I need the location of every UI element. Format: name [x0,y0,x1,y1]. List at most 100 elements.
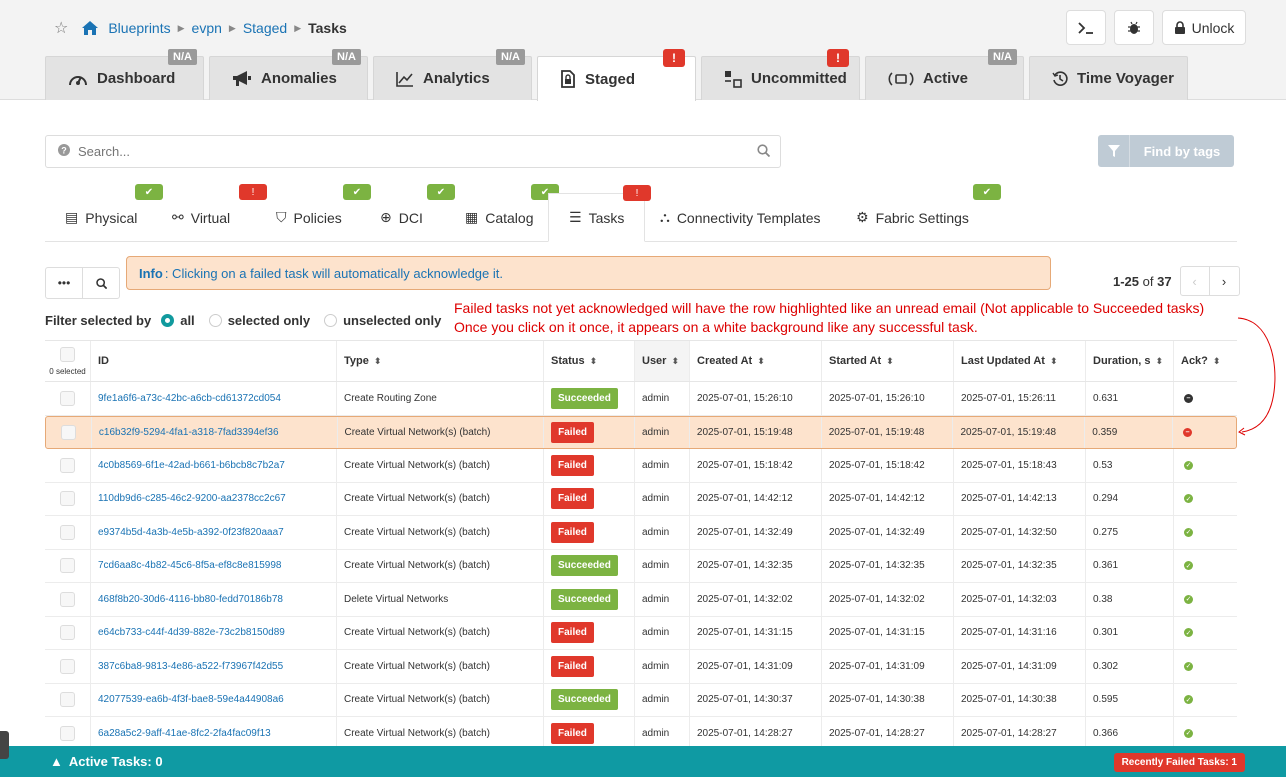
column-header-label: Duration, s [1093,355,1151,367]
tab-uncommitted[interactable]: Uncommitted ! [701,49,860,100]
column-header-type[interactable]: Type ⬍ [337,341,544,381]
column-header-duration[interactable]: Duration, s ⬍ [1086,341,1174,381]
chevron-left-icon[interactable]: ‹ [1181,267,1210,295]
search-box[interactable]: ? [45,135,781,168]
table-search-button[interactable] [83,268,119,298]
subtab-policies[interactable]: ⛉ Policies ✔ [276,184,371,242]
type-cell: Create Virtual Network(s) (batch) [337,683,544,716]
row-checkbox[interactable] [60,558,75,574]
table-row[interactable]: 9fe1a6f6-a73c-42bc-a6cb-cd61372cd054 Crea… [45,382,1237,416]
star-icon[interactable]: ☆ [54,18,68,38]
duration-cell: 0.366 [1086,717,1174,750]
unlock-button[interactable]: Unlock [1162,10,1246,45]
tab-active[interactable]: Active N/A [865,49,1024,100]
chevron-right-icon[interactable]: › [1210,267,1239,295]
ack-check-icon: ✓ [1184,728,1193,738]
breadcrumb: ☆ Blueprints ▶ evpn ▶ Staged ▶ Tasks [54,18,347,38]
home-icon[interactable] [82,21,99,35]
table-row[interactable]: e64cb733-c44f-4d39-882e-73c2b8150d89 Crea… [45,616,1237,650]
subtab-virtual[interactable]: ⚯ Virtual ! [172,184,267,242]
task-id-link[interactable]: 110db9d6-c285-46c2-9200-aa2378cc2c67 [98,493,286,504]
tab-time-voyager[interactable]: Time Voyager [1029,56,1188,100]
tab-anomalies[interactable]: Anomalies N/A [209,49,368,100]
task-id-link[interactable]: 387c6ba8-9813-4e86-a522-f73967f42d55 [98,661,283,672]
task-id-link[interactable]: e64cb733-c44f-4d39-882e-73c2b8150d89 [98,627,285,638]
row-checkbox[interactable] [60,524,75,540]
subtab-dci[interactable]: ⊕ DCI ✔ [380,184,455,242]
row-checkbox[interactable] [60,625,75,641]
column-header-ack[interactable]: Ack? ⬍ [1174,341,1237,381]
radio-all[interactable] [161,314,175,327]
tab-analytics[interactable]: Analytics N/A [373,49,532,100]
search-icon[interactable] [757,143,771,160]
column-header-id[interactable]: ID [91,341,337,381]
table-row[interactable]: 110db9d6-c285-46c2-9200-aa2378cc2c67 Crea… [45,482,1237,516]
column-header-started-at[interactable]: Started At ⬍ [822,341,954,381]
row-checkbox[interactable] [60,390,75,406]
table-row[interactable]: 4c0b8569-6f1e-42ad-b661-b6bcb8c7b2a7 Crea… [45,449,1237,483]
task-id-link[interactable]: 42077539-ea6b-4f3f-bae8-59e4a44908a6 [98,694,284,705]
column-header-created-at[interactable]: Created At ⬍ [690,341,822,381]
unacknowledged-icon: – [1183,427,1193,437]
task-id-link[interactable]: 7cd6aa8c-4b82-45c6-8f5a-ef8c8e815998 [98,560,281,571]
subtab-fabric-settings[interactable]: ⚙ Fabric Settings ✔ [856,184,1001,242]
active-tasks-toggle[interactable]: ▲ Active Tasks: 0 [50,754,163,769]
row-checkbox[interactable] [60,457,75,473]
subtab-physical[interactable]: ▤ Physical ✔ [65,184,163,242]
column-header-last-updated-at[interactable]: Last Updated At ⬍ [954,341,1086,381]
breadcrumb-evpn[interactable]: evpn [192,20,222,36]
table-row[interactable]: 7cd6aa8c-4b82-45c6-8f5a-ef8c8e815998 Crea… [45,549,1237,583]
id-cell: 42077539-ea6b-4f3f-bae8-59e4a44908a6 [91,683,337,716]
radio-unselected-only[interactable] [324,314,338,327]
radio-selected-only[interactable] [208,314,222,327]
column-header-label: Started At [829,355,882,367]
ack-cell: ✓ [1174,516,1237,549]
task-id-link[interactable]: 6a28a5c2-9aff-41ae-8fc2-2fa4fac09f13 [98,728,271,739]
more-options-button[interactable]: ••• [46,268,83,298]
created-at-cell: 2025-07-01, 15:26:10 [690,382,822,415]
row-checkbox[interactable] [60,725,75,741]
server-icon: ▤ [65,209,79,225]
sort-icon: ⬍ [1212,355,1221,366]
table-row[interactable]: 387c6ba8-9813-4e86-a522-f73967f42d55 Crea… [45,650,1237,684]
row-checkbox[interactable] [60,591,75,607]
column-header-user[interactable]: User ⬍ [635,341,690,381]
row-checkbox[interactable] [60,692,75,708]
bug-report-button[interactable] [1114,10,1154,45]
status-cell: Failed [544,482,635,515]
row-checkbox[interactable] [60,424,76,440]
tab-dashboard[interactable]: Dashboard N/A [45,49,204,100]
search-input[interactable] [78,144,757,159]
last-updated-at-cell: 2025-07-01, 14:30:38 [954,683,1086,716]
breadcrumb-blueprints[interactable]: Blueprints [108,20,170,36]
bottom-status-bar: ▲ Active Tasks: 0 Recently Failed Tasks:… [0,746,1286,777]
filter-icon [1098,135,1130,167]
task-id-link[interactable]: 468f8b20-30d6-4116-bb80-fedd70186b78 [98,594,283,605]
table-row[interactable]: 468f8b20-30d6-4116-bb80-fedd70186b78 Dele… [45,583,1237,617]
last-updated-at-cell: 2025-07-01, 14:32:50 [954,516,1086,549]
column-header-status[interactable]: Status ⬍ [544,341,635,381]
select-all-checkbox[interactable] [60,346,75,362]
subtab-tasks[interactable]: ☰ Tasks ! [548,185,651,242]
row-checkbox[interactable] [60,658,75,674]
tab-staged[interactable]: Staged ! [537,49,696,101]
table-row[interactable]: 42077539-ea6b-4f3f-bae8-59e4a44908a6 Crea… [45,683,1237,717]
table-row[interactable]: e9374b5d-4a3b-4e5b-a392-0f23f820aaa7 Crea… [45,516,1237,550]
created-at-cell: 2025-07-01, 15:19:48 [690,416,822,448]
breadcrumb-staged[interactable]: Staged [243,20,287,36]
row-checkbox[interactable] [60,491,75,507]
recently-failed-tasks-button[interactable]: Recently Failed Tasks: 1 [1113,753,1245,772]
task-id-link[interactable]: 9fe1a6f6-a73c-42bc-a6cb-cd61372cd054 [98,393,281,404]
id-cell: 4c0b8569-6f1e-42ad-b661-b6bcb8c7b2a7 [91,449,337,482]
terminal-button[interactable] [1066,10,1106,45]
task-id-link[interactable]: c16b32f9-5294-4fa1-a318-7fad3394ef36 [99,427,279,438]
subtab-catalog[interactable]: ▦ Catalog ✔ [465,184,559,242]
task-id-link[interactable]: 4c0b8569-6f1e-42ad-b661-b6bcb8c7b2a7 [98,460,285,471]
table-row[interactable]: c16b32f9-5294-4fa1-a318-7fad3394ef36 Crea… [45,415,1237,449]
ack-cell: ✓ [1174,550,1237,583]
subtab-connectivity-templates[interactable]: ⛬ Connectivity Templates [660,193,821,242]
task-id-link[interactable]: e9374b5d-4a3b-4e5b-a392-0f23f820aaa7 [98,527,284,538]
sort-icon: ⬍ [589,355,598,366]
find-by-tags-button[interactable]: Find by tags [1098,135,1234,167]
side-panel-handle[interactable] [0,731,9,759]
